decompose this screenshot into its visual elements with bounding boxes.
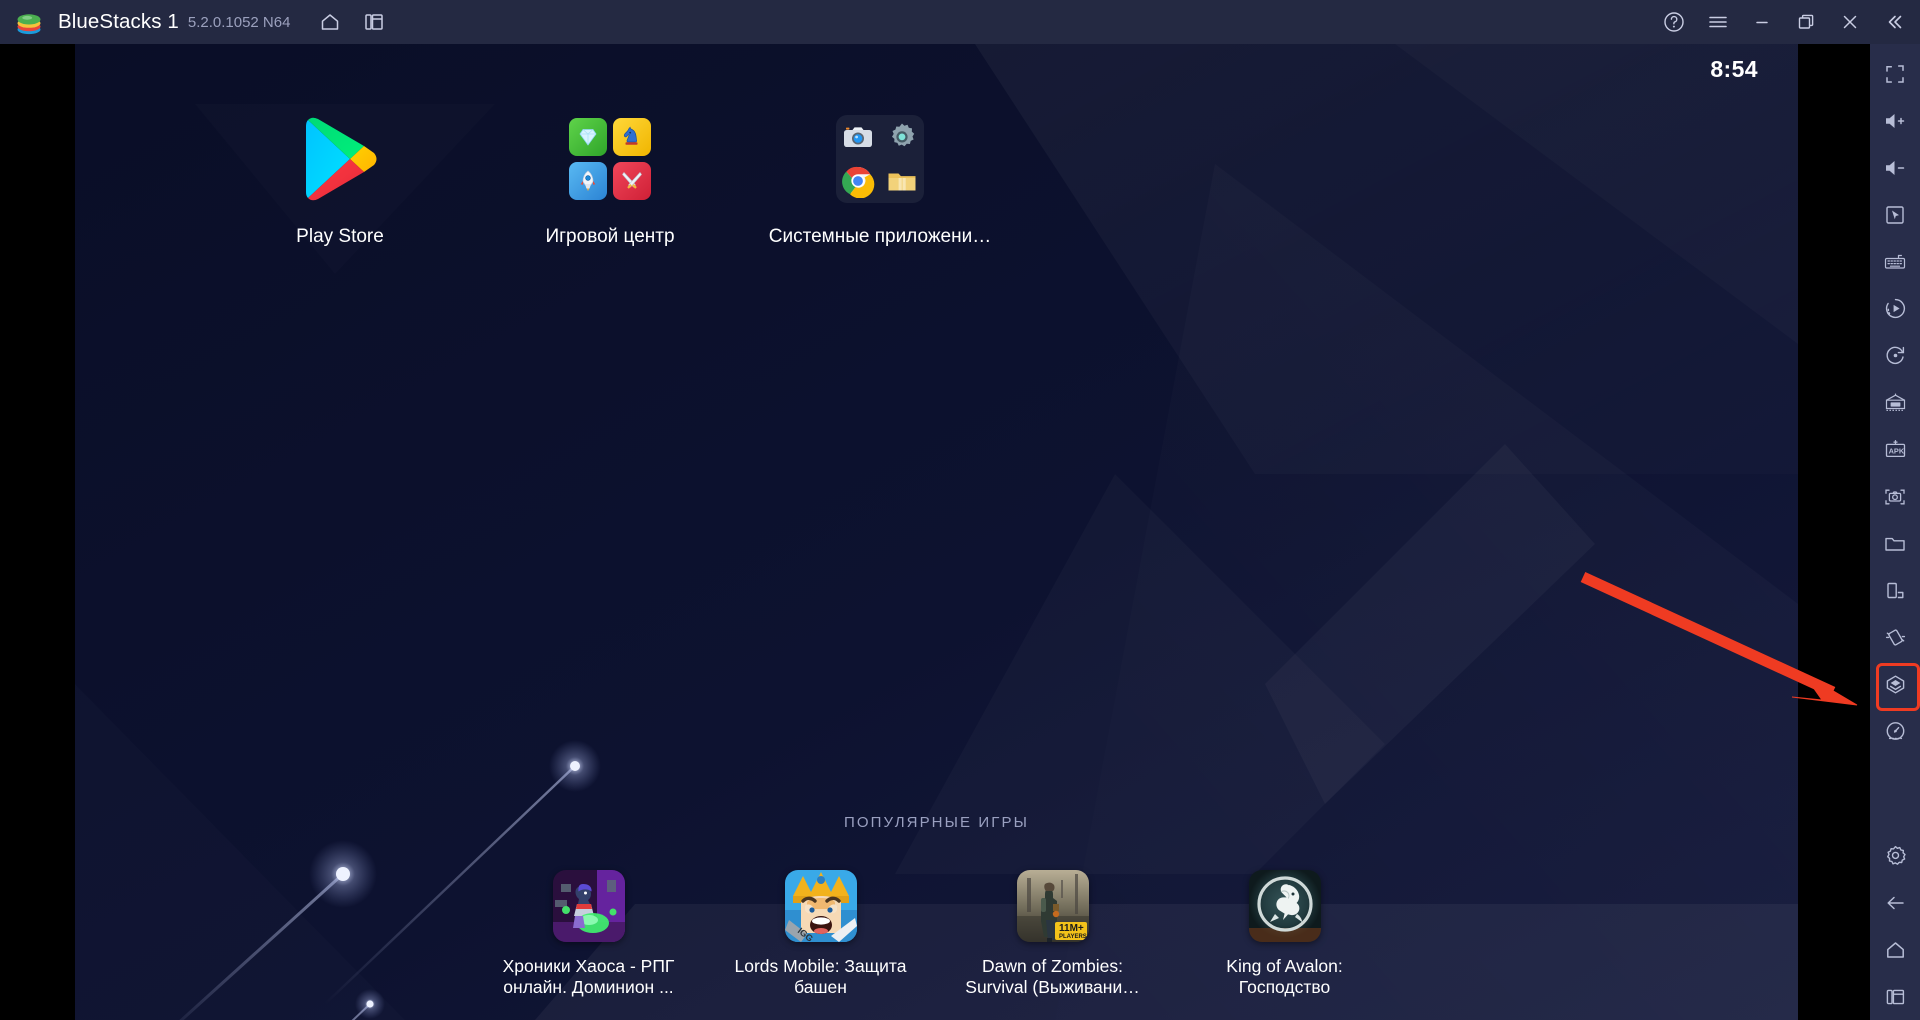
lords-mobile-icon: IGG xyxy=(784,870,857,942)
svg-text:APK: APK xyxy=(1888,446,1904,455)
rocket-icon xyxy=(569,162,607,200)
performance-meter-icon[interactable] xyxy=(1873,708,1917,755)
close-icon[interactable] xyxy=(1828,0,1872,44)
game-center-folder-icon xyxy=(567,116,653,202)
chess-knight-icon xyxy=(613,118,651,156)
macro-recorder-icon[interactable] xyxy=(1873,285,1917,332)
camera-icon xyxy=(839,118,877,156)
maximize-icon[interactable] xyxy=(1784,0,1828,44)
pointer-mapping-icon[interactable] xyxy=(1873,191,1917,238)
popular-games-title: ПОПУЛЯРНЫЕ ИГРЫ xyxy=(844,814,1029,831)
rotate-screen-icon[interactable] xyxy=(1873,332,1917,379)
status-bar-clock: 8:54 xyxy=(1710,56,1758,82)
shake-icon[interactable] xyxy=(1873,614,1917,661)
titlebar-home-button[interactable] xyxy=(308,0,352,44)
game-label: Lords Mobile: Защита башен xyxy=(734,956,907,997)
chronicles-of-chaos-icon xyxy=(552,870,625,942)
dawn-of-zombies-icon: 11M+ PLAYERS xyxy=(1016,870,1089,942)
volume-up-icon[interactable] xyxy=(1873,97,1917,144)
app-label: Системные приложени… xyxy=(768,226,992,247)
crossed-swords-icon xyxy=(613,162,651,200)
right-toolbar: APK xyxy=(1870,44,1920,1020)
help-icon[interactable] xyxy=(1652,0,1696,44)
eco-mode-layers-icon[interactable] xyxy=(1873,661,1920,711)
settings-gear-icon[interactable] xyxy=(1873,832,1917,879)
window-title: BlueStacks 1 xyxy=(58,10,179,33)
system-apps-folder-icon xyxy=(836,115,924,203)
bluestacks-window: BlueStacks 1 5.2.0.1052 N64 8:54 Play St… xyxy=(0,0,1920,1020)
home-app-grid: Play Store Игровой центр Системные прило… xyxy=(205,115,1015,248)
media-folder-icon[interactable] xyxy=(1873,520,1917,567)
game-label: Dawn of Zombies: Survival (Выживани… xyxy=(965,956,1140,997)
app-item-play-store[interactable]: Play Store xyxy=(205,116,475,248)
collapse-sidebar-icon[interactable] xyxy=(1872,0,1916,44)
folder-icon xyxy=(883,162,921,200)
game-item[interactable]: King of Avalon: Господство xyxy=(1190,870,1380,997)
app-label: Play Store xyxy=(296,226,384,247)
game-item[interactable]: 11M+ PLAYERS Dawn of Zombies: Survival (… xyxy=(958,870,1148,997)
game-label: Хроники Хаоса - РПГ онлайн. Доминион ... xyxy=(502,956,675,997)
game-item[interactable]: Хроники Хаоса - РПГ онлайн. Доминион ... xyxy=(494,870,684,997)
bluestacks-logo-icon xyxy=(14,7,44,37)
minimize-icon[interactable] xyxy=(1740,0,1784,44)
svg-text:11M+: 11M+ xyxy=(1059,923,1084,934)
app-label: Игровой центр xyxy=(545,226,675,247)
play-store-icon xyxy=(297,116,383,202)
hamburger-menu-icon[interactable] xyxy=(1696,0,1740,44)
resize-window-icon[interactable] xyxy=(1873,567,1917,614)
titlebar-instances-button[interactable] xyxy=(352,0,396,44)
screenshot-icon[interactable] xyxy=(1873,473,1917,520)
volume-down-icon[interactable] xyxy=(1873,144,1917,191)
settings-gear-icon xyxy=(883,118,921,156)
title-bar: BlueStacks 1 5.2.0.1052 N64 xyxy=(0,0,1920,44)
keyboard-icon[interactable] xyxy=(1873,238,1917,285)
king-of-avalon-icon xyxy=(1248,870,1321,942)
diamond-icon xyxy=(569,118,607,156)
back-arrow-icon[interactable] xyxy=(1873,879,1917,926)
install-apk-icon[interactable]: APK xyxy=(1873,426,1917,473)
android-screen[interactable]: 8:54 Play Store Игровой центр Системные … xyxy=(75,44,1798,1020)
svg-text:PLAYERS: PLAYERS xyxy=(1059,934,1087,940)
chrome-icon xyxy=(839,162,877,200)
game-item[interactable]: IGG Lords Mobile: Защита башен xyxy=(726,870,916,997)
window-controls xyxy=(1652,0,1916,44)
multi-instance-manager-icon[interactable] xyxy=(1873,379,1917,426)
window-version: 5.2.0.1052 N64 xyxy=(187,13,291,31)
game-label: King of Avalon: Господство xyxy=(1226,956,1343,997)
app-item-game-center[interactable]: Игровой центр xyxy=(475,116,745,248)
popular-games-row: Хроники Хаоса - РПГ онлайн. Доминион ... xyxy=(75,870,1798,997)
recent-apps-icon[interactable] xyxy=(1873,973,1917,1020)
fullscreen-icon[interactable] xyxy=(1873,50,1917,97)
home-icon[interactable] xyxy=(1873,926,1917,973)
app-item-system-apps[interactable]: Системные приложени… xyxy=(745,115,1015,248)
